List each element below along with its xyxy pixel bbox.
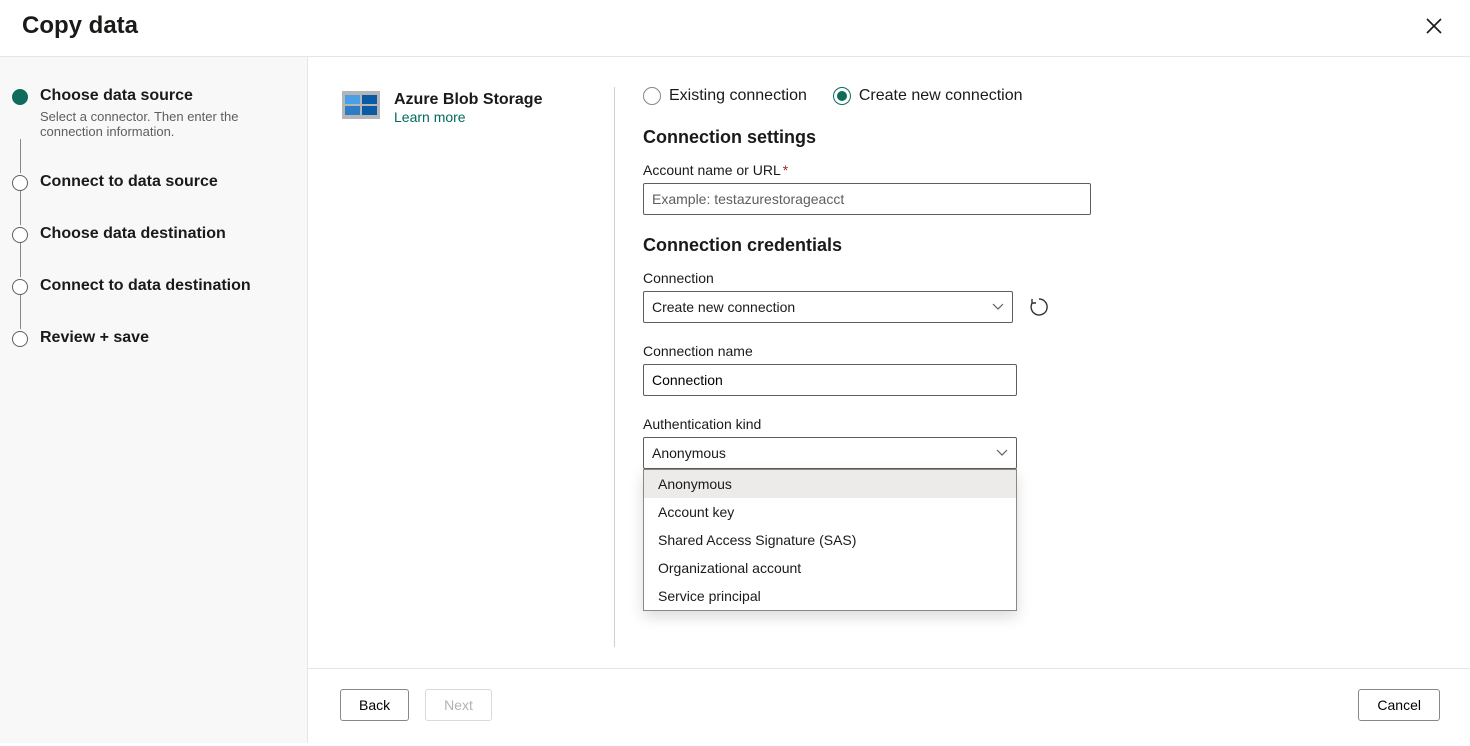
step-title: Connect to data source (40, 173, 291, 191)
next-button[interactable]: Next (425, 689, 492, 721)
connection-name-input[interactable] (643, 364, 1017, 396)
auth-option-anonymous[interactable]: Anonymous (644, 470, 1016, 498)
step-choose-data-source[interactable]: Choose data source Select a connector. T… (12, 87, 291, 139)
step-connector (20, 243, 21, 277)
step-title: Connect to data destination (40, 277, 291, 295)
auth-option-sas[interactable]: Shared Access Signature (SAS) (644, 526, 1016, 554)
select-value: Anonymous (652, 445, 726, 461)
step-indicator-icon (12, 89, 28, 105)
auth-option-organizational[interactable]: Organizational account (644, 554, 1016, 582)
connection-name-label: Connection name (643, 343, 1159, 359)
account-name-input[interactable] (643, 183, 1091, 215)
auth-kind-select[interactable]: Anonymous (643, 437, 1017, 469)
section-connection-credentials: Connection credentials (643, 235, 1159, 256)
radio-icon (643, 87, 661, 105)
chevron-down-icon (996, 447, 1008, 459)
step-description: Select a connector. Then enter the conne… (40, 109, 270, 139)
section-connection-settings: Connection settings (643, 127, 1159, 148)
auth-kind-label: Authentication kind (643, 416, 1159, 432)
wizard-sidebar: Choose data source Select a connector. T… (0, 57, 308, 743)
account-name-label: Account name or URL* (643, 162, 1159, 178)
step-connector (20, 191, 21, 225)
step-title: Choose data source (40, 87, 291, 105)
vertical-divider (614, 87, 615, 647)
close-button[interactable] (1420, 12, 1448, 40)
auth-option-service-principal[interactable]: Service principal (644, 582, 1016, 610)
refresh-icon[interactable] (1029, 297, 1049, 317)
auth-kind-dropdown: Anonymous Account key Shared Access Sign… (643, 469, 1017, 611)
step-connector (20, 139, 21, 173)
step-indicator-icon (12, 175, 28, 191)
page-title: Copy data (22, 12, 138, 40)
radio-label: Create new connection (859, 87, 1023, 105)
back-button[interactable]: Back (340, 689, 409, 721)
step-title: Review + save (40, 329, 291, 347)
step-review-save[interactable]: Review + save (12, 329, 291, 347)
learn-more-link[interactable]: Learn more (394, 109, 466, 125)
step-choose-data-destination[interactable]: Choose data destination (12, 225, 291, 243)
radio-label: Existing connection (669, 87, 807, 105)
close-icon (1426, 18, 1442, 34)
step-connect-data-destination[interactable]: Connect to data destination (12, 277, 291, 295)
chevron-down-icon (992, 301, 1004, 313)
step-connect-data-source[interactable]: Connect to data source (12, 173, 291, 191)
connector-name: Azure Blob Storage (394, 91, 542, 109)
azure-blob-storage-icon (342, 91, 380, 119)
cancel-button[interactable]: Cancel (1358, 689, 1440, 721)
select-value: Create new connection (652, 299, 795, 315)
radio-icon (833, 87, 851, 105)
radio-create-new-connection[interactable]: Create new connection (833, 87, 1023, 105)
step-indicator-icon (12, 279, 28, 295)
auth-option-account-key[interactable]: Account key (644, 498, 1016, 526)
step-indicator-icon (12, 227, 28, 243)
step-indicator-icon (12, 331, 28, 347)
step-title: Choose data destination (40, 225, 291, 243)
radio-existing-connection[interactable]: Existing connection (643, 87, 807, 105)
connection-select[interactable]: Create new connection (643, 291, 1013, 323)
step-connector (20, 295, 21, 329)
connection-label: Connection (643, 270, 1159, 286)
